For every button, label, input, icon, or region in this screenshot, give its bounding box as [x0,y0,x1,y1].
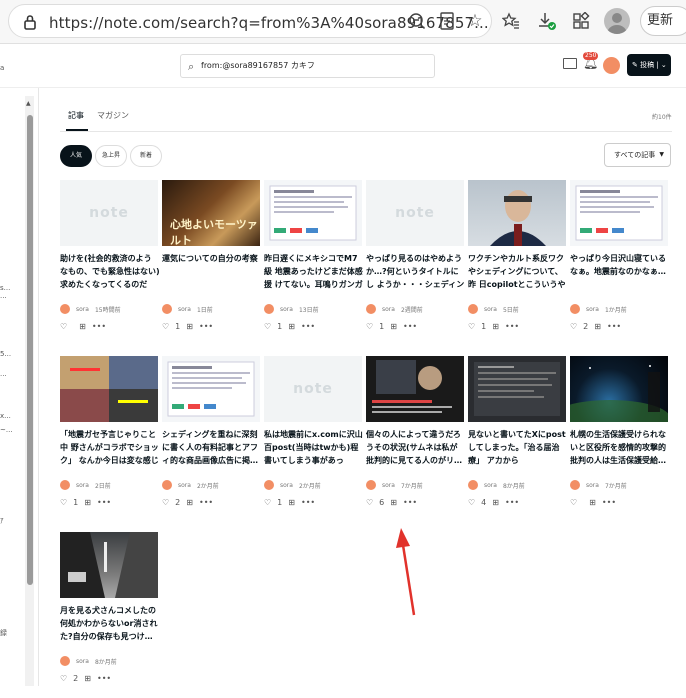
red-arrow-annotation [396,528,416,616]
